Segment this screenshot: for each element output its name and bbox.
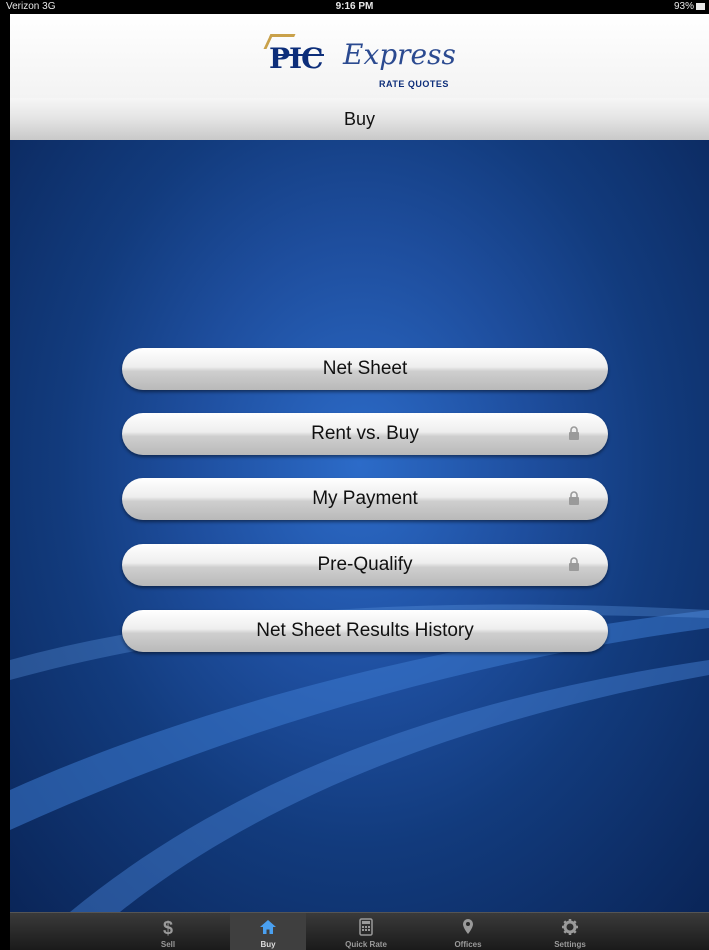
tab-settings[interactable]: Settings <box>532 913 608 950</box>
app-header: PIC Express RATE QUOTES <box>10 14 709 98</box>
tab-buy-label: Buy <box>260 940 276 949</box>
my-payment-label: My Payment <box>312 488 418 509</box>
tab-sell[interactable]: $ Sell <box>130 913 206 950</box>
tab-offices[interactable]: Offices <box>430 913 506 950</box>
battery-percent: 93% <box>673 1 694 12</box>
pre-qualify-label: Pre-Qualify <box>317 554 413 575</box>
home-icon <box>260 920 276 934</box>
tab-bar: $ Sell Buy Quick Rate Offices Settings <box>10 912 709 950</box>
net-sheet-results-history-label: Net Sheet Results History <box>256 620 474 641</box>
logo-pic-text: PIC <box>269 42 325 75</box>
lock-icon <box>569 426 579 440</box>
tab-settings-label: Settings <box>554 940 586 949</box>
background-swoosh <box>10 604 709 912</box>
tab-quick-rate[interactable]: Quick Rate <box>328 913 404 950</box>
tab-quick-rate-label: Quick Rate <box>345 940 387 949</box>
dollar-icon: $ <box>163 918 173 937</box>
status-bar: Verizon 3G 9:16 PM 93% <box>0 0 709 14</box>
logo-express-text: Express <box>343 38 456 71</box>
page-title: Buy <box>343 109 376 129</box>
clock: 9:16 PM <box>335 1 374 12</box>
app-window: PIC Express RATE QUOTES Buy Net Sheet Re… <box>10 14 709 950</box>
calculator-icon <box>359 918 373 936</box>
map-pin-icon <box>463 919 473 934</box>
tab-buy[interactable]: Buy <box>230 913 306 950</box>
gear-icon <box>562 919 578 935</box>
rent-vs-buy-label: Rent vs. Buy <box>311 423 419 444</box>
net-sheet-label: Net Sheet <box>322 358 408 379</box>
tab-sell-label: Sell <box>160 940 176 949</box>
lock-icon <box>569 557 579 571</box>
pre-qualify-button[interactable]: Pre-Qualify <box>122 544 608 586</box>
svg-text:$: $ <box>163 918 173 937</box>
my-payment-button[interactable]: My Payment <box>122 478 608 520</box>
tab-offices-label: Offices <box>454 940 482 949</box>
navigation-bar: Buy <box>10 98 709 141</box>
battery-indicator: 93% <box>674 0 705 14</box>
battery-icon <box>696 3 705 10</box>
lock-icon <box>569 491 579 505</box>
logo-subtitle: RATE QUOTES <box>379 79 449 89</box>
pic-express-logo: PIC Express RATE QUOTES <box>263 24 465 94</box>
rent-vs-buy-button[interactable]: Rent vs. Buy <box>122 413 608 455</box>
menu-screen: Net Sheet Rent vs. Buy My Payment Pre-Qu… <box>10 140 709 912</box>
net-sheet-results-history-button[interactable]: Net Sheet Results History <box>122 610 608 652</box>
net-sheet-button[interactable]: Net Sheet <box>122 348 608 390</box>
